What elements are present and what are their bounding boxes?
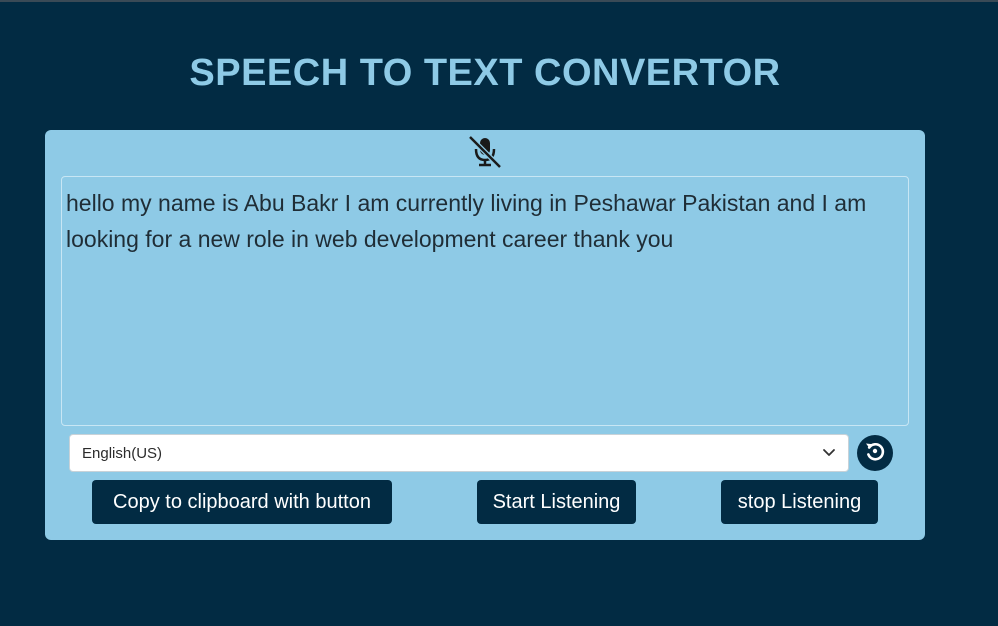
reset-icon <box>863 439 887 468</box>
reset-button[interactable] <box>857 435 893 471</box>
copy-to-clipboard-button[interactable]: Copy to clipboard with button <box>92 480 392 524</box>
page-title: SPEECH TO TEXT CONVERTOR <box>189 52 781 94</box>
microphone-slash-icon[interactable] <box>465 134 505 170</box>
language-select[interactable]: English(US) <box>69 434 849 472</box>
chevron-down-icon <box>822 445 836 462</box>
language-selected-value: English(US) <box>82 444 163 462</box>
window-top-border <box>0 0 998 2</box>
start-listening-button[interactable]: Start Listening <box>477 480 636 524</box>
transcript-textarea[interactable]: hello my name is Abu Bakr I am currently… <box>61 176 909 426</box>
stop-listening-button[interactable]: stop Listening <box>721 480 878 524</box>
converter-card: hello my name is Abu Bakr I am currently… <box>45 130 925 540</box>
